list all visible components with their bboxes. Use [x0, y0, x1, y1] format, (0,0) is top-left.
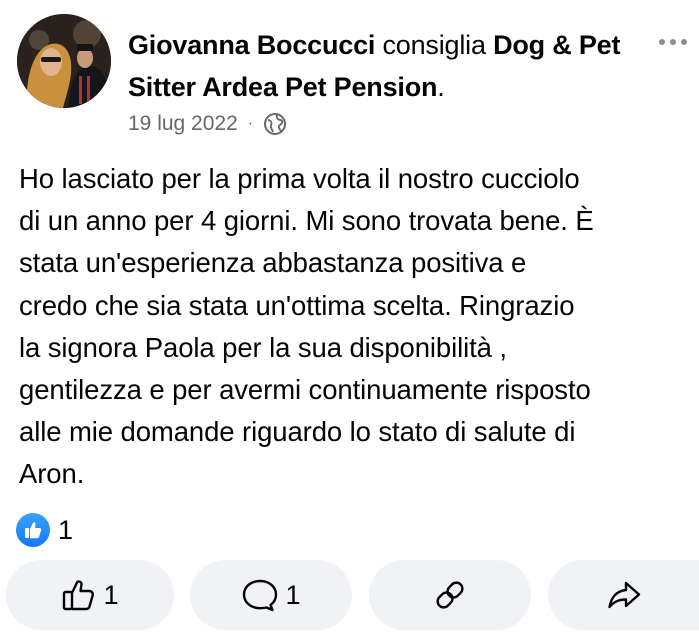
- more-options-button[interactable]: [659, 30, 699, 54]
- page-name-suffix: .: [437, 72, 445, 102]
- reaction-count: 1: [58, 514, 74, 545]
- reactions-summary[interactable]: 1: [16, 512, 73, 548]
- post-body-text: Ho lasciato per la prima volta il nostro…: [19, 163, 594, 490]
- more-dot-icon: [670, 39, 676, 45]
- comment-icon: [241, 577, 279, 613]
- comment-button[interactable]: 1: [190, 560, 352, 630]
- more-dot-icon: [681, 39, 687, 45]
- share-icon: [606, 577, 642, 613]
- post-meta: 19 lug 2022 ·: [128, 110, 287, 138]
- post-header: Giovanna Boccucci consiglia Dog & Pet Si…: [0, 0, 699, 150]
- author-name[interactable]: Giovanna Boccucci: [128, 30, 375, 60]
- thumbs-up-icon: [61, 577, 97, 613]
- post-date[interactable]: 19 lug 2022: [128, 112, 238, 136]
- avatar[interactable]: [17, 14, 111, 108]
- like-button[interactable]: 1: [6, 560, 174, 630]
- post-byline: Giovanna Boccucci consiglia Dog & Pet Si…: [128, 24, 648, 108]
- recommend-verb: consiglia: [382, 30, 486, 60]
- action-bar: 1 1: [0, 560, 699, 630]
- copy-link-button[interactable]: [369, 560, 531, 630]
- link-icon: [432, 577, 468, 613]
- share-button[interactable]: [548, 560, 699, 630]
- comment-count: 1: [285, 579, 301, 610]
- like-icon: [16, 513, 50, 547]
- globe-icon: [263, 112, 287, 136]
- like-count: 1: [103, 579, 119, 610]
- meta-separator: ·: [247, 115, 254, 132]
- more-dot-icon: [659, 39, 665, 45]
